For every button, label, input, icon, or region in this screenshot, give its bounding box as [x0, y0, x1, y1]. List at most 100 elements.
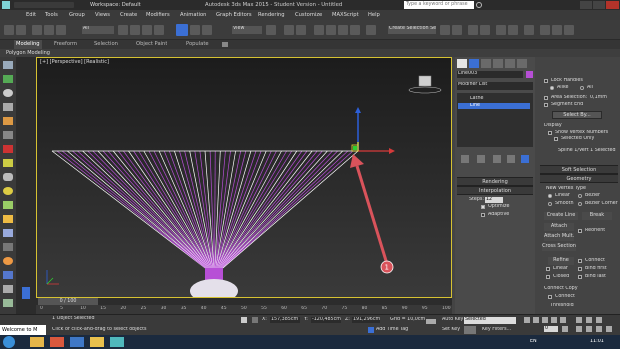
z-coord-field[interactable]: 191,296cm — [352, 317, 380, 323]
camera-icon[interactable] — [3, 131, 13, 139]
scene-states-icon[interactable] — [3, 229, 13, 237]
rendering-rollout[interactable]: Rendering — [457, 177, 533, 186]
undo-icon[interactable] — [4, 25, 14, 35]
prev-frame-icon[interactable] — [533, 317, 539, 323]
taskbar-app-browser-icon[interactable] — [50, 337, 64, 347]
maxscript-listener[interactable]: Welcome to M — [0, 325, 46, 335]
orbit-icon[interactable] — [596, 326, 602, 332]
sphere-icon[interactable] — [3, 89, 13, 97]
geometry-rollout[interactable]: Geometry — [540, 174, 618, 183]
taskbar-app-media-icon[interactable] — [70, 337, 84, 347]
alike-radio[interactable] — [550, 86, 554, 90]
schematic-view-icon[interactable] — [508, 25, 518, 35]
optimize-checkbox[interactable] — [481, 205, 485, 209]
menu-create[interactable]: Create — [120, 10, 137, 20]
create-tab-icon[interactable] — [457, 59, 467, 68]
taskbar-app-3dsmax-icon[interactable] — [110, 337, 124, 347]
menu-views[interactable]: Views — [95, 10, 110, 20]
align-icon[interactable] — [452, 25, 462, 35]
show-vertex-numbers-checkbox[interactable] — [548, 131, 552, 135]
play-icon[interactable] — [542, 317, 548, 323]
segment-end-checkbox[interactable] — [544, 103, 548, 107]
interpolation-rollout[interactable]: Interpolation — [457, 186, 533, 195]
display-icon[interactable] — [3, 103, 13, 111]
all-radio[interactable] — [580, 86, 584, 90]
closed-checkbox[interactable] — [546, 275, 550, 279]
unlink-icon[interactable] — [44, 25, 54, 35]
minimize-button[interactable] — [580, 1, 592, 9]
taskbar-language[interactable]: EN — [530, 339, 537, 345]
ribbon-tab-populate[interactable]: Populate — [186, 40, 209, 49]
next-frame-icon[interactable] — [551, 317, 557, 323]
render-production-icon[interactable] — [564, 25, 574, 35]
object-name-field[interactable]: Line003 — [457, 71, 523, 78]
hierarchy-tab-icon[interactable] — [481, 59, 491, 68]
bind-space-warp-icon[interactable] — [56, 25, 66, 35]
connect-copy-checkbox[interactable] — [548, 295, 552, 299]
time-slider[interactable]: 0 / 100 — [36, 298, 452, 305]
menu-graph-editors[interactable]: Graph Editors — [216, 10, 252, 20]
select-rotate-icon[interactable] — [190, 25, 200, 35]
light-icon[interactable] — [3, 117, 13, 125]
bind-last-checkbox[interactable] — [578, 275, 582, 279]
time-config-icon[interactable] — [562, 326, 568, 332]
taskbar-app-folder-icon[interactable] — [90, 337, 104, 347]
display-tab-icon[interactable] — [505, 59, 515, 68]
adaptive-checkbox[interactable] — [481, 213, 485, 217]
select-by-name-icon[interactable] — [130, 25, 140, 35]
angle-snap-icon[interactable] — [326, 25, 336, 35]
goto-start-icon[interactable] — [524, 317, 530, 323]
menu-tools[interactable]: Tools — [45, 10, 58, 20]
connect-checkbox[interactable] — [578, 259, 582, 263]
lock-handles-checkbox[interactable] — [544, 79, 548, 83]
bones-icon[interactable] — [3, 285, 13, 293]
bind-first-checkbox[interactable] — [578, 267, 582, 271]
show-end-result-icon[interactable] — [477, 155, 485, 163]
smooth-radio[interactable] — [548, 202, 552, 206]
select-scale-icon[interactable] — [202, 25, 212, 35]
goto-end-icon[interactable] — [560, 317, 566, 323]
bezier-corner-radio[interactable] — [578, 202, 582, 206]
graphite-toggle-icon[interactable] — [480, 25, 490, 35]
object-icon[interactable] — [3, 75, 13, 83]
taskbar-app-explorer-icon[interactable] — [30, 337, 44, 347]
zoom-extents-icon[interactable] — [596, 317, 602, 323]
stack-item-line[interactable]: Line — [458, 103, 530, 109]
auto-key-label[interactable]: Auto Key — [442, 317, 463, 323]
pin-stack-icon[interactable] — [461, 155, 469, 163]
modify-tab-icon[interactable] — [469, 59, 479, 68]
pan-view-icon[interactable] — [586, 326, 592, 332]
ribbon-tab-modeling[interactable]: Modeling — [14, 40, 42, 49]
pivot-center-icon[interactable] — [266, 25, 276, 35]
select-object-icon[interactable] — [118, 25, 128, 35]
linear-radio[interactable] — [548, 194, 552, 198]
menu-animation[interactable]: Animation — [180, 10, 206, 20]
make-unique-icon[interactable] — [493, 155, 501, 163]
keyboard-shortcut-icon[interactable] — [296, 25, 306, 35]
rectangular-selection-icon[interactable] — [142, 25, 152, 35]
object-color-swatch[interactable] — [526, 71, 533, 78]
ribbon-tab-object-paint[interactable]: Object Paint — [136, 40, 167, 49]
zoom-icon[interactable] — [576, 317, 582, 323]
menu-maxscript[interactable]: MAXScript — [332, 10, 359, 20]
key-filters-button[interactable]: Key Filters... — [482, 327, 511, 333]
configure-modifier-sets-icon[interactable] — [521, 155, 529, 163]
redo-icon[interactable] — [16, 25, 26, 35]
current-frame-field[interactable]: 0 — [544, 326, 558, 332]
refine-button[interactable]: Refine — [548, 257, 574, 265]
scene-explorer-icon[interactable] — [3, 61, 13, 69]
helper-icon[interactable] — [3, 145, 13, 153]
material-editor-icon[interactable] — [524, 25, 534, 35]
set-key-icon[interactable] — [464, 326, 476, 334]
menu-group[interactable]: Group — [69, 10, 85, 20]
workspace-dropdown[interactable]: Workspace: Default — [90, 1, 160, 9]
mirror-icon[interactable] — [440, 25, 450, 35]
cross-section-button[interactable]: Cross Section — [542, 243, 576, 251]
menu-customize[interactable]: Customize — [295, 10, 322, 20]
layer-manager-icon[interactable] — [468, 25, 478, 35]
menu-help[interactable]: Help — [368, 10, 380, 20]
percent-snap-icon[interactable] — [338, 25, 348, 35]
effects-icon[interactable] — [3, 257, 13, 265]
steps-spinner[interactable]: 12 — [485, 197, 503, 203]
maximize-viewport-icon[interactable] — [606, 326, 612, 332]
